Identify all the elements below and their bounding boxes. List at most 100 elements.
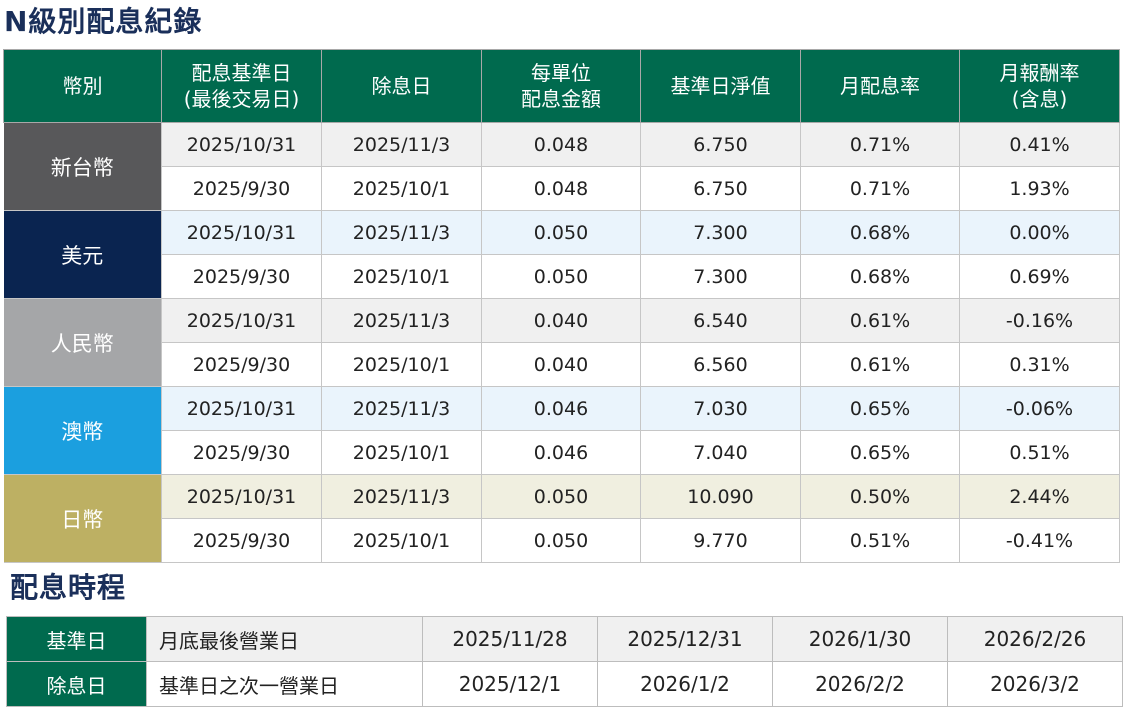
yield-cell: 0.65% bbox=[800, 386, 960, 431]
table-row: 新台幣 2025/10/31 2025/11/3 0.048 6.750 0.71% 0.4… bbox=[3, 122, 1120, 211]
ex-date-cell: 2025/10/1 bbox=[321, 518, 482, 563]
dividend-record-table: 幣別 配息基準日 (最後交易日) 除息日 每單位 配息金額 基準日淨值 月配息率 月… bbox=[3, 49, 1120, 563]
record-date-cell: 2025/9/30 bbox=[161, 430, 322, 475]
return-cell: 0.00% bbox=[959, 210, 1120, 255]
ex-date-cell: 2025/10/1 bbox=[321, 254, 482, 299]
header-monthly-yield: 月配息率 bbox=[800, 49, 960, 123]
page-title: N級別配息紀錄 bbox=[4, 5, 203, 38]
nav-cell: 7.300 bbox=[640, 210, 801, 255]
table-row: 2025/9/30 2025/10/1 0.050 7.300 0.68% 0.69% bbox=[4, 254, 1120, 299]
schedule-title: 配息時程 bbox=[10, 571, 127, 604]
return-cell: 2.44% bbox=[959, 474, 1120, 519]
table-row: 2025/9/30 2025/10/1 0.048 6.750 0.71% 1.93% bbox=[4, 166, 1120, 211]
yield-cell: 0.71% bbox=[800, 122, 960, 167]
return-cell: 0.69% bbox=[959, 254, 1120, 299]
nav-cell: 7.040 bbox=[640, 430, 801, 475]
amount-cell: 0.050 bbox=[481, 210, 641, 255]
record-date-cell: 2025/10/31 bbox=[161, 122, 322, 167]
record-date-cell: 2025/9/30 bbox=[161, 166, 322, 211]
record-date-cell: 2025/9/30 bbox=[161, 518, 322, 563]
schedule-row: 除息日 基準日之次一營業日 2025/12/1 2026/1/2 2026/2/2 202… bbox=[6, 661, 1123, 707]
return-cell: 1.93% bbox=[959, 166, 1120, 211]
yield-cell: 0.71% bbox=[800, 166, 960, 211]
ex-date-cell: 2025/11/3 bbox=[321, 386, 482, 431]
table-row: 2025/9/30 2025/10/1 0.046 7.040 0.65% 0.51% bbox=[4, 430, 1120, 475]
header-monthly-return: 月報酬率 (含息) bbox=[959, 49, 1120, 123]
header-ex-date: 除息日 bbox=[321, 49, 482, 123]
currency-label: 美元 bbox=[3, 210, 162, 299]
record-date-cell: 2025/9/30 bbox=[161, 342, 322, 387]
return-cell: 0.41% bbox=[959, 122, 1120, 167]
schedule-row-description: 月底最後營業日 bbox=[146, 616, 423, 662]
nav-cell: 7.300 bbox=[640, 254, 801, 299]
amount-cell: 0.046 bbox=[481, 386, 641, 431]
amount-cell: 0.040 bbox=[481, 298, 641, 343]
dividend-schedule-table: 基準日 月底最後營業日 2025/11/28 2025/12/31 2026/1/30 2… bbox=[6, 616, 1123, 707]
record-date-cell: 2025/10/31 bbox=[161, 298, 322, 343]
schedule-date-cell: 2026/2/26 bbox=[947, 616, 1123, 662]
schedule-date-cell: 2025/11/28 bbox=[422, 616, 598, 662]
ex-date-cell: 2025/11/3 bbox=[321, 210, 482, 255]
header-dividend-amount: 每單位 配息金額 bbox=[481, 49, 641, 123]
schedule-date-cell: 2025/12/1 bbox=[422, 661, 598, 707]
schedule-row: 基準日 月底最後營業日 2025/11/28 2025/12/31 2026/1/30 2… bbox=[6, 616, 1123, 662]
schedule-date-cell: 2025/12/31 bbox=[597, 616, 773, 662]
table-row: 2025/9/30 2025/10/1 0.050 9.770 0.51% -0.41% bbox=[4, 518, 1120, 563]
amount-cell: 0.046 bbox=[481, 430, 641, 475]
currency-label: 新台幣 bbox=[3, 122, 162, 211]
amount-cell: 0.050 bbox=[481, 474, 641, 519]
schedule-row-description: 基準日之次一營業日 bbox=[146, 661, 423, 707]
table-row: 澳幣 2025/10/31 2025/11/3 0.046 7.030 0.65% -0.0… bbox=[3, 386, 1120, 475]
nav-cell: 6.750 bbox=[640, 122, 801, 167]
yield-cell: 0.61% bbox=[800, 298, 960, 343]
ex-date-cell: 2025/10/1 bbox=[321, 342, 482, 387]
currency-label: 日幣 bbox=[3, 474, 162, 563]
table-row: 美元 2025/10/31 2025/11/3 0.050 7.300 0.68% 0.00… bbox=[3, 210, 1120, 299]
yield-cell: 0.68% bbox=[800, 210, 960, 255]
currency-label: 人民幣 bbox=[3, 298, 162, 387]
table-row: 人民幣 2025/10/31 2025/11/3 0.040 6.540 0.61% -0.… bbox=[3, 298, 1120, 387]
amount-cell: 0.048 bbox=[481, 122, 641, 167]
header-nav: 基準日淨值 bbox=[640, 49, 801, 123]
schedule-date-cell: 2026/2/2 bbox=[772, 661, 948, 707]
yield-cell: 0.61% bbox=[800, 342, 960, 387]
yield-cell: 0.50% bbox=[800, 474, 960, 519]
return-cell: -0.16% bbox=[959, 298, 1120, 343]
amount-cell: 0.048 bbox=[481, 166, 641, 211]
yield-cell: 0.51% bbox=[800, 518, 960, 563]
table-header-row: 幣別 配息基準日 (最後交易日) 除息日 每單位 配息金額 基準日淨值 月配息率 月… bbox=[3, 49, 1120, 123]
nav-cell: 10.090 bbox=[640, 474, 801, 519]
nav-cell: 6.540 bbox=[640, 298, 801, 343]
nav-cell: 6.750 bbox=[640, 166, 801, 211]
return-cell: 0.31% bbox=[959, 342, 1120, 387]
ex-date-cell: 2025/10/1 bbox=[321, 166, 482, 211]
amount-cell: 0.050 bbox=[481, 518, 641, 563]
ex-date-cell: 2025/11/3 bbox=[321, 122, 482, 167]
ex-date-cell: 2025/10/1 bbox=[321, 430, 482, 475]
schedule-row-label: 基準日 bbox=[6, 616, 147, 662]
table-row: 2025/9/30 2025/10/1 0.040 6.560 0.61% 0.31% bbox=[4, 342, 1120, 387]
nav-cell: 6.560 bbox=[640, 342, 801, 387]
record-date-cell: 2025/9/30 bbox=[161, 254, 322, 299]
record-date-cell: 2025/10/31 bbox=[161, 210, 322, 255]
header-currency: 幣別 bbox=[3, 49, 162, 123]
record-date-cell: 2025/10/31 bbox=[161, 386, 322, 431]
yield-cell: 0.65% bbox=[800, 430, 960, 475]
schedule-date-cell: 2026/1/2 bbox=[597, 661, 773, 707]
schedule-date-cell: 2026/1/30 bbox=[772, 616, 948, 662]
nav-cell: 7.030 bbox=[640, 386, 801, 431]
nav-cell: 9.770 bbox=[640, 518, 801, 563]
currency-label: 澳幣 bbox=[3, 386, 162, 475]
return-cell: 0.51% bbox=[959, 430, 1120, 475]
yield-cell: 0.68% bbox=[800, 254, 960, 299]
return-cell: -0.41% bbox=[959, 518, 1120, 563]
amount-cell: 0.050 bbox=[481, 254, 641, 299]
amount-cell: 0.040 bbox=[481, 342, 641, 387]
ex-date-cell: 2025/11/3 bbox=[321, 474, 482, 519]
header-record-date: 配息基準日 (最後交易日) bbox=[161, 49, 322, 123]
return-cell: -0.06% bbox=[959, 386, 1120, 431]
schedule-row-label: 除息日 bbox=[6, 661, 147, 707]
table-row: 日幣 2025/10/31 2025/11/3 0.050 10.090 0.50% 2.4… bbox=[3, 474, 1120, 563]
ex-date-cell: 2025/11/3 bbox=[321, 298, 482, 343]
schedule-date-cell: 2026/3/2 bbox=[947, 661, 1123, 707]
